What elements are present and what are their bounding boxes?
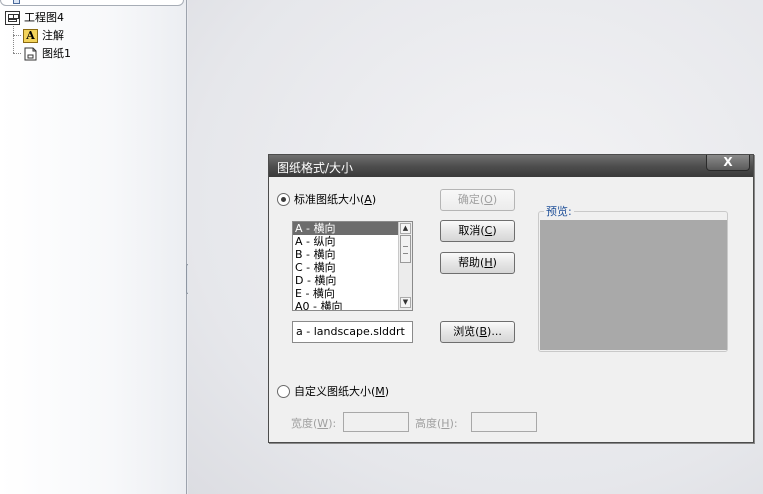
list-item[interactable]: B - 横向	[293, 248, 398, 261]
drawing-icon	[5, 11, 20, 25]
annotation-icon: A	[23, 29, 38, 43]
radio-unchecked-icon[interactable]	[277, 384, 290, 398]
ok-button[interactable]: 确定(O)	[440, 189, 515, 211]
browse-button[interactable]: 浏览(B)...	[440, 321, 515, 343]
help-button[interactable]: 帮助(H)	[440, 252, 515, 274]
height-field[interactable]	[471, 412, 537, 432]
width-label: 宽度(W):	[291, 417, 337, 430]
close-icon: X	[723, 155, 733, 169]
cancel-button[interactable]: 取消(C)	[440, 220, 515, 242]
scroll-up-icon[interactable]: ▲	[400, 223, 411, 234]
tree-item-annotations[interactable]: A 注解	[23, 28, 64, 44]
tree-connector	[13, 35, 21, 36]
paper-size-list[interactable]: A - 横向 A - 纵向 B - 横向 C - 横向 D - 横向 E - 横…	[292, 221, 413, 311]
tree-item-label: 图纸1	[42, 47, 71, 60]
list-item[interactable]: C - 横向	[293, 261, 398, 274]
list-item[interactable]: A - 纵向	[293, 235, 398, 248]
part-icon	[13, 0, 20, 4]
standard-size-label: 标准图纸大小(A)	[294, 193, 377, 206]
tree-connector	[13, 53, 21, 54]
scroll-down-icon[interactable]: ▼	[400, 297, 411, 308]
height-label: 高度(H):	[415, 417, 458, 430]
tree-item-sheet[interactable]: 图纸1	[23, 46, 71, 62]
sheet-format-size-dialog: 图纸格式/大小 X 标准图纸大小(A) A - 横向 A - 纵向 B - 横向…	[268, 154, 754, 443]
list-item[interactable]: A0 - 横向	[293, 300, 398, 310]
standard-size-radio[interactable]: 标准图纸大小(A)	[277, 191, 376, 207]
tree-connector	[13, 26, 14, 53]
sheet-icon	[23, 47, 38, 61]
width-field[interactable]	[343, 412, 409, 432]
close-button[interactable]: X	[706, 155, 750, 171]
custom-size-label: 自定义图纸大小(M)	[294, 385, 390, 398]
dialog-title: 图纸格式/大小	[277, 161, 354, 175]
tree-top-tab[interactable]	[0, 0, 184, 6]
preview-image	[540, 220, 727, 350]
tree-item-label: 注解	[42, 29, 64, 42]
scrollbar-thumb[interactable]	[400, 235, 411, 263]
radio-checked-icon[interactable]	[277, 192, 290, 206]
tree-item-label: 工程图4	[24, 11, 64, 24]
custom-size-radio[interactable]: 自定义图纸大小(M)	[277, 383, 389, 399]
list-scrollbar[interactable]: ▲ ▼	[398, 222, 412, 310]
list-item[interactable]: E - 横向	[293, 287, 398, 300]
list-item[interactable]: D - 横向	[293, 274, 398, 287]
tree-item-drawing[interactable]: 工程图4	[5, 10, 64, 26]
list-item[interactable]: A - 横向	[293, 222, 398, 235]
format-file-field[interactable]: a - landscape.slddrt	[292, 321, 413, 343]
dialog-titlebar[interactable]: 图纸格式/大小 X	[269, 155, 753, 177]
feature-tree-panel: 工程图4 A 注解 图纸1	[0, 0, 187, 494]
preview-label: 预览:	[544, 203, 574, 219]
